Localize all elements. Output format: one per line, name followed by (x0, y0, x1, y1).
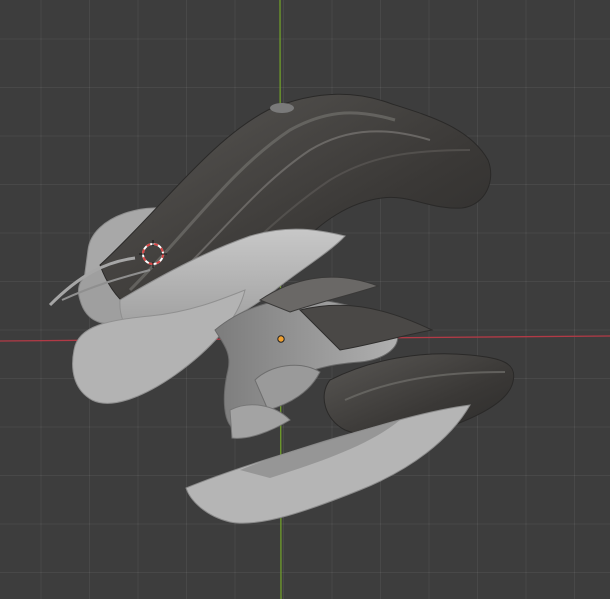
viewport-scene[interactable] (0, 0, 610, 599)
object-origin-dot[interactable] (277, 335, 285, 343)
sculpt-mesh[interactable] (48, 93, 515, 524)
mesh-top-nub (270, 103, 294, 113)
3d-viewport[interactable] (0, 0, 610, 599)
